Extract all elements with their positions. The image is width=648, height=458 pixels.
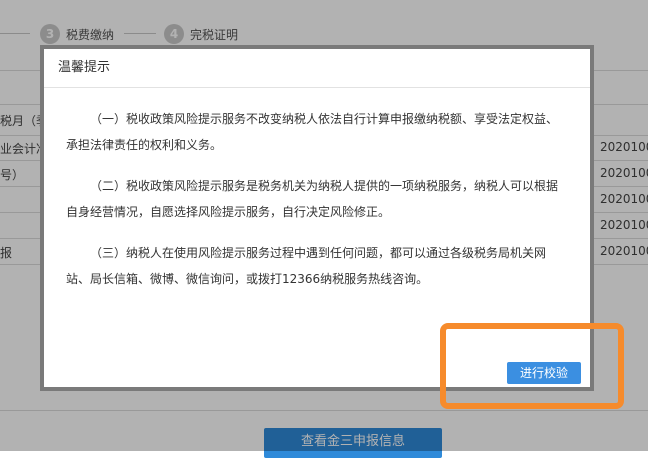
dialog-title: 温馨提示	[44, 49, 590, 88]
dialog-paragraph-3: （三）纳税人在使用风险提示服务过程中遇到任何问题，都可以通过各级税务局机关网站、…	[66, 246, 547, 286]
highlight-annotation	[440, 323, 624, 409]
dialog-paragraph-2: （二）税收政策风险提示服务是税务机关为纳税人提供的一项纳税服务，纳税人可以根据自…	[66, 179, 559, 219]
dialog-body: （一）税收政策风险提示服务不改变纳税人依法自行计算申报缴纳税额、享受法定权益、承…	[44, 88, 590, 292]
dialog-paragraph-1: （一）税收政策风险提示服务不改变纳税人依法自行计算申报缴纳税额、享受法定权益、承…	[66, 112, 559, 152]
